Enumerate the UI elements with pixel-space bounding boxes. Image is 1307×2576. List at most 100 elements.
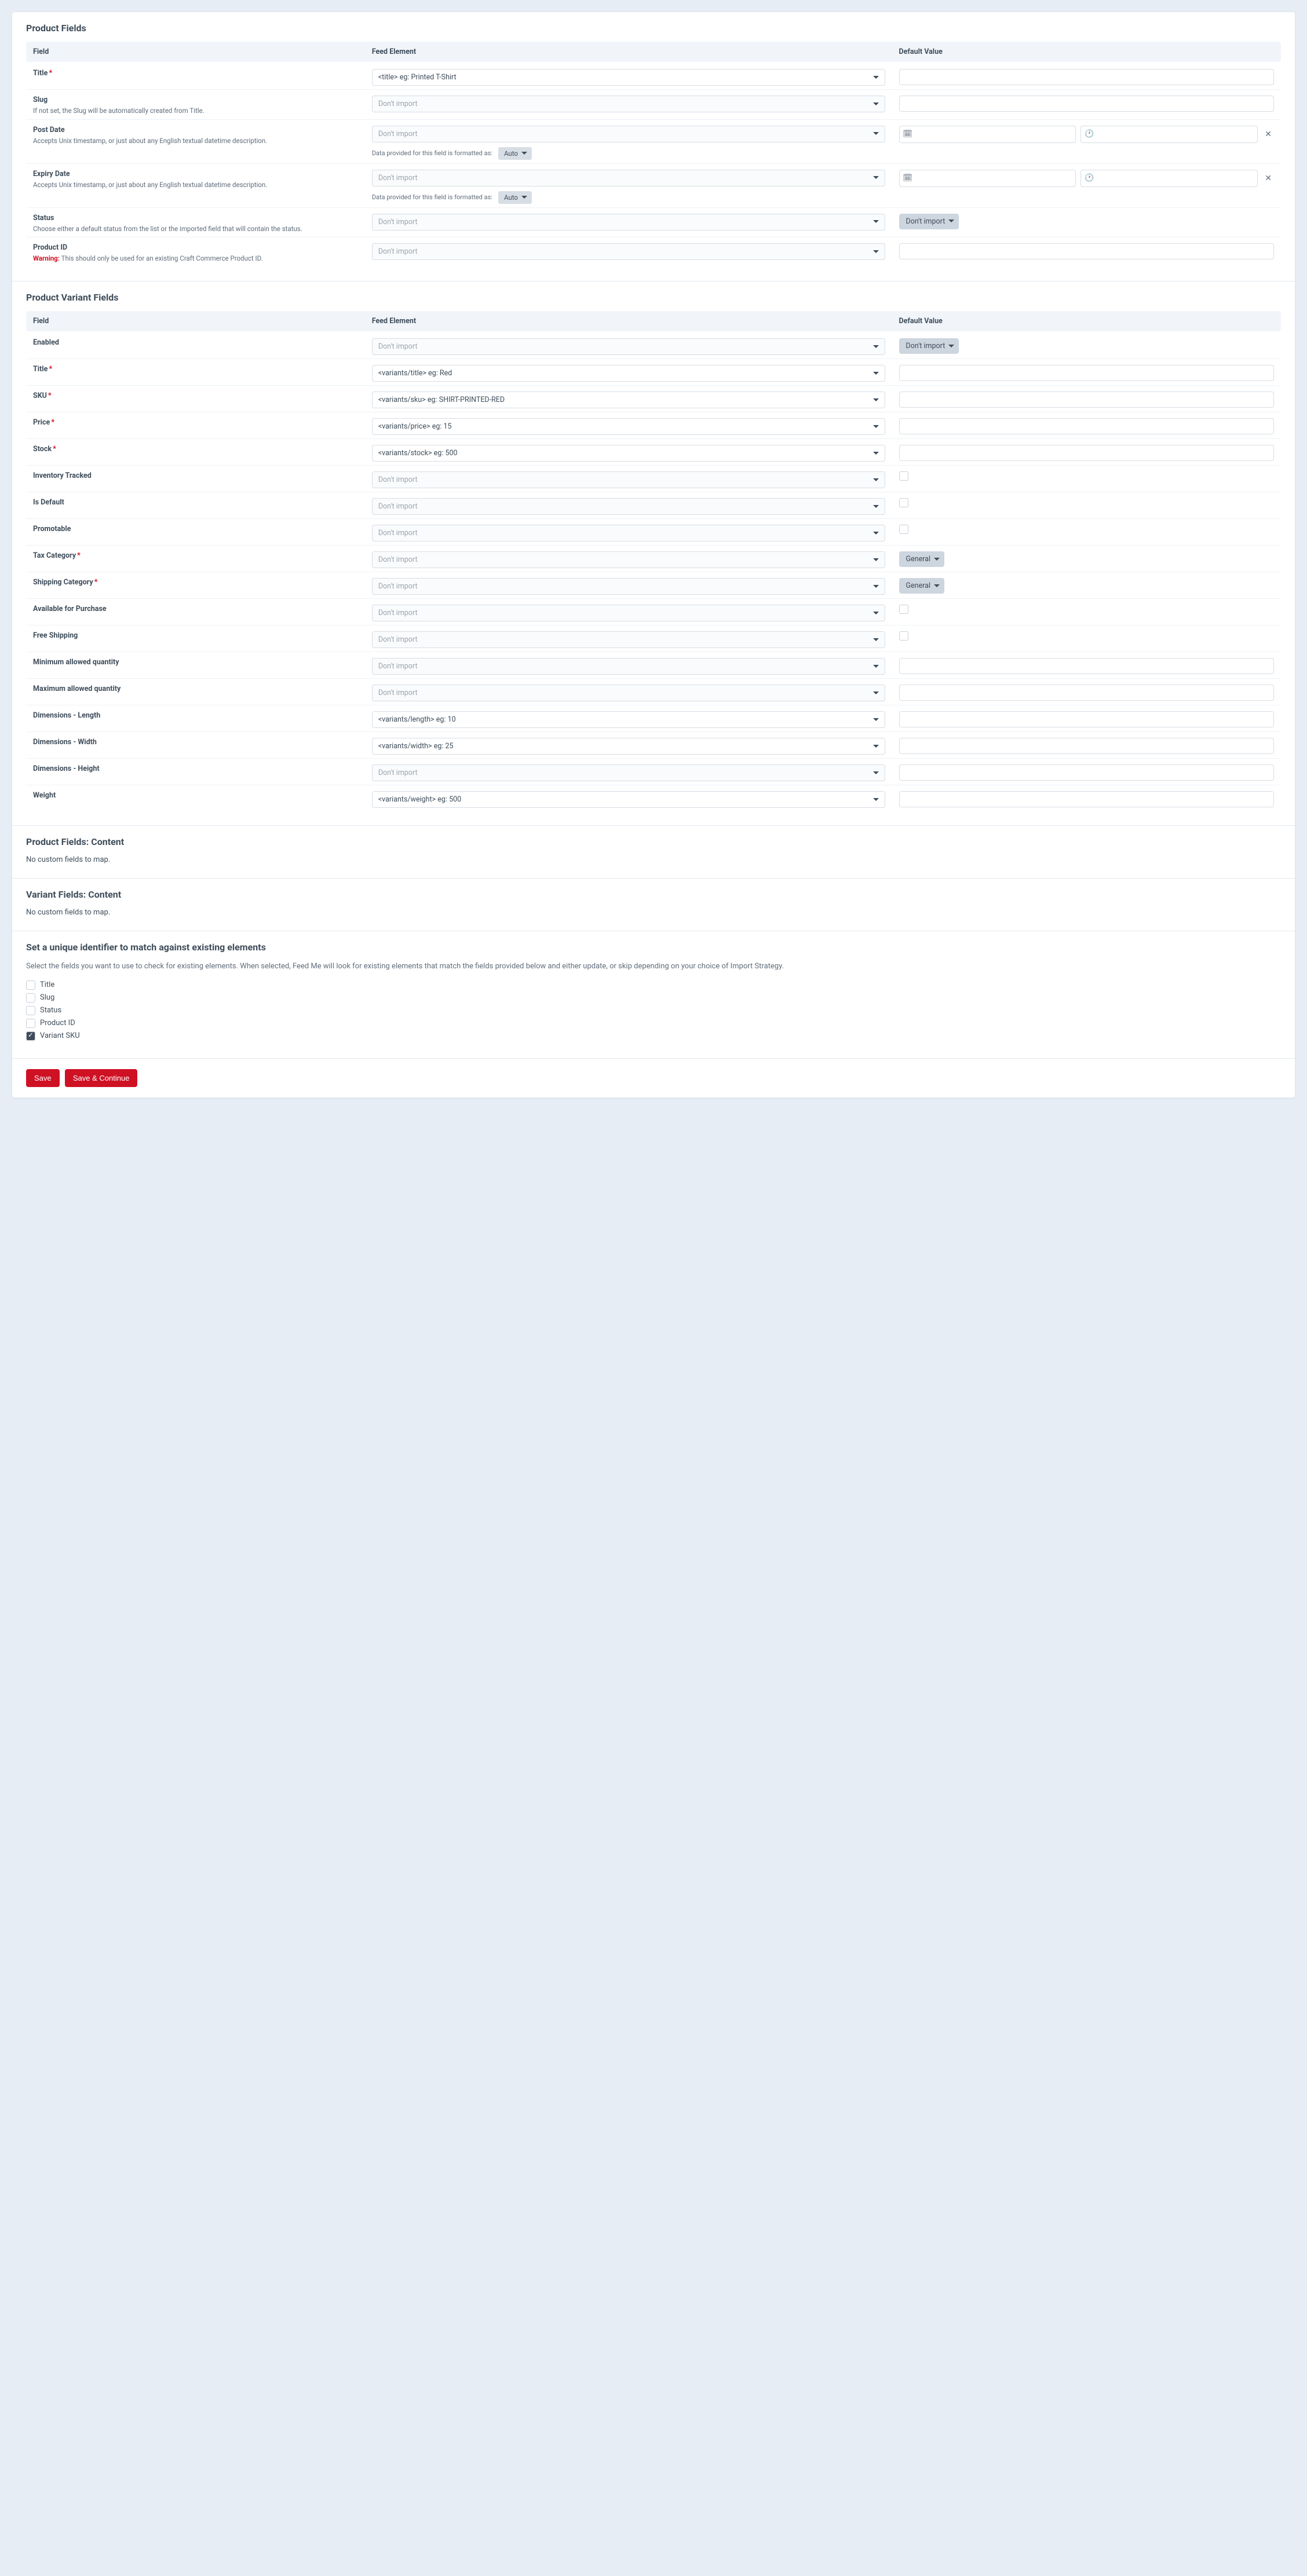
variant-fields-title: Product Variant Fields (26, 292, 1281, 303)
label-enabled: Enabled (33, 338, 59, 347)
feed-select-freeshipping[interactable]: Don't import (372, 631, 885, 648)
feed-select-minqty[interactable]: Don't import (372, 658, 885, 675)
col-feed-header: Feed Element (365, 311, 892, 331)
default-height[interactable] (899, 764, 1274, 781)
default-shippingcategory-select[interactable]: General (899, 578, 945, 594)
default-width[interactable] (899, 738, 1274, 754)
date-input-postdate[interactable]: 🗓 (899, 126, 1076, 143)
col-default-header: Default Value (892, 42, 1281, 62)
feed-select-slug[interactable]: Don't import (372, 96, 885, 112)
clear-postdate-icon[interactable]: ✕ (1262, 130, 1274, 139)
default-maxqty[interactable] (899, 685, 1274, 701)
default-available-checkbox[interactable] (899, 605, 908, 614)
feed-select-enabled[interactable]: Don't import (372, 338, 885, 355)
feed-select-price[interactable]: <variants/price> eg: 15 (372, 418, 885, 435)
label-status: Status (33, 214, 54, 222)
feed-select-taxcategory[interactable]: Don't import (372, 551, 885, 568)
default-status-select[interactable]: Don't import (899, 214, 959, 229)
feed-select-shippingcategory[interactable]: Don't import (372, 578, 885, 595)
feed-select-stock[interactable]: <variants/stock> eg: 500 (372, 445, 885, 462)
unique-variantsku-checkbox[interactable] (26, 1031, 35, 1041)
row-height: Dimensions - Height Don't import (26, 759, 1281, 785)
format-select-postdate[interactable]: Auto (498, 147, 532, 160)
row-taxcategory: Tax Category* Don't import General (26, 546, 1281, 572)
label-height: Dimensions - Height (33, 764, 100, 773)
unique-variantsku-label: Variant SKU (40, 1031, 80, 1040)
default-stock[interactable] (899, 445, 1274, 461)
unique-slug-label: Slug (40, 993, 54, 1002)
col-field-header: Field (26, 311, 365, 331)
feed-select-height[interactable]: Don't import (372, 764, 885, 781)
row-sku: SKU* <variants/sku> eg: SHIRT-PRINTED-RE… (26, 386, 1281, 412)
feed-select-title[interactable]: <title> eg: Printed T-Shirt (372, 69, 885, 86)
feed-select-width[interactable]: <variants/width> eg: 25 (372, 738, 885, 755)
required-icon: * (53, 445, 56, 453)
variant-fields-table: Field Feed Element Default Value Enabled… (26, 311, 1281, 811)
label-vtitle: Title (33, 365, 48, 374)
date-input-expirydate[interactable]: 🗓 (899, 170, 1076, 187)
time-input-expirydate[interactable]: 🕐 (1080, 170, 1258, 187)
default-vtitle[interactable] (899, 365, 1274, 381)
label-postdate: Post Date (33, 126, 65, 134)
required-icon: * (49, 69, 52, 78)
time-input-postdate[interactable]: 🕐 (1080, 126, 1258, 143)
label-shippingcategory: Shipping Category (33, 578, 93, 587)
default-title[interactable] (899, 69, 1274, 85)
label-freeshipping: Free Shipping (33, 631, 78, 640)
desc-status: Choose either a default status from the … (33, 224, 358, 234)
default-inventory-checkbox[interactable] (899, 471, 908, 481)
row-vtitle: Title* <variants/title> eg: Red (26, 359, 1281, 386)
unique-desc: Select the fields you want to use to che… (26, 961, 1281, 972)
default-weight[interactable] (899, 791, 1274, 807)
feed-select-postdate[interactable]: Don't import (372, 126, 885, 142)
format-label-expirydate: Data provided for this field is formatte… (372, 193, 492, 201)
feed-select-vtitle[interactable]: <variants/title> eg: Red (372, 365, 885, 382)
desc-slug: If not set, the Slug will be automatical… (33, 106, 358, 116)
default-isdefault-checkbox[interactable] (899, 498, 908, 507)
row-productid: Product IDWarning: This should only be u… (26, 237, 1281, 267)
feed-select-weight[interactable]: <variants/weight> eg: 500 (372, 791, 885, 808)
feed-select-promotable[interactable]: Don't import (372, 525, 885, 541)
default-productid[interactable] (899, 243, 1274, 259)
format-select-expirydate[interactable]: Auto (498, 191, 532, 204)
unique-productid-checkbox[interactable] (26, 1019, 35, 1028)
unique-title-checkbox[interactable] (26, 980, 35, 990)
feed-select-length[interactable]: <variants/length> eg: 10 (372, 711, 885, 728)
label-promotable: Promotable (33, 525, 71, 533)
unique-slug-checkbox[interactable] (26, 993, 35, 1002)
unique-status-checkbox[interactable] (26, 1006, 35, 1015)
unique-status-label: Status (40, 1006, 61, 1015)
default-promotable-checkbox[interactable] (899, 525, 908, 534)
label-slug: Slug (33, 96, 48, 104)
default-freeshipping-checkbox[interactable] (899, 631, 908, 641)
required-icon: * (77, 551, 81, 560)
save-continue-button[interactable]: Save & Continue (65, 1069, 138, 1087)
feed-select-maxqty[interactable]: Don't import (372, 685, 885, 701)
row-stock: Stock* <variants/stock> eg: 500 (26, 439, 1281, 466)
default-length[interactable] (899, 711, 1274, 727)
default-taxcategory-select[interactable]: General (899, 551, 945, 567)
clear-expirydate-icon[interactable]: ✕ (1262, 174, 1274, 183)
feed-select-isdefault[interactable]: Don't import (372, 498, 885, 515)
default-slug[interactable] (899, 96, 1274, 112)
product-fields-title: Product Fields (26, 23, 1281, 34)
desc-postdate: Accepts Unix timestamp, or just about an… (33, 136, 358, 146)
action-buttons: Save Save & Continue (12, 1059, 1295, 1097)
feed-select-status[interactable]: Don't import (372, 214, 885, 230)
unique-productid-label: Product ID (40, 1019, 75, 1027)
col-default-header: Default Value (892, 311, 1281, 331)
save-button[interactable]: Save (26, 1069, 60, 1087)
label-sku: SKU (33, 391, 47, 400)
warning-productid: Warning: (33, 254, 60, 262)
default-minqty[interactable] (899, 658, 1274, 674)
default-price[interactable] (899, 418, 1274, 434)
default-enabled-select[interactable]: Don't import (899, 338, 959, 354)
default-sku[interactable] (899, 391, 1274, 408)
feed-select-sku[interactable]: <variants/sku> eg: SHIRT-PRINTED-RED (372, 391, 885, 408)
feed-select-inventory[interactable]: Don't import (372, 471, 885, 488)
feed-select-productid[interactable]: Don't import (372, 243, 885, 260)
unique-section: Set a unique identifier to match against… (12, 931, 1295, 1059)
feed-select-available[interactable]: Don't import (372, 605, 885, 621)
feed-select-expirydate[interactable]: Don't import (372, 170, 885, 186)
label-width: Dimensions - Width (33, 738, 97, 747)
